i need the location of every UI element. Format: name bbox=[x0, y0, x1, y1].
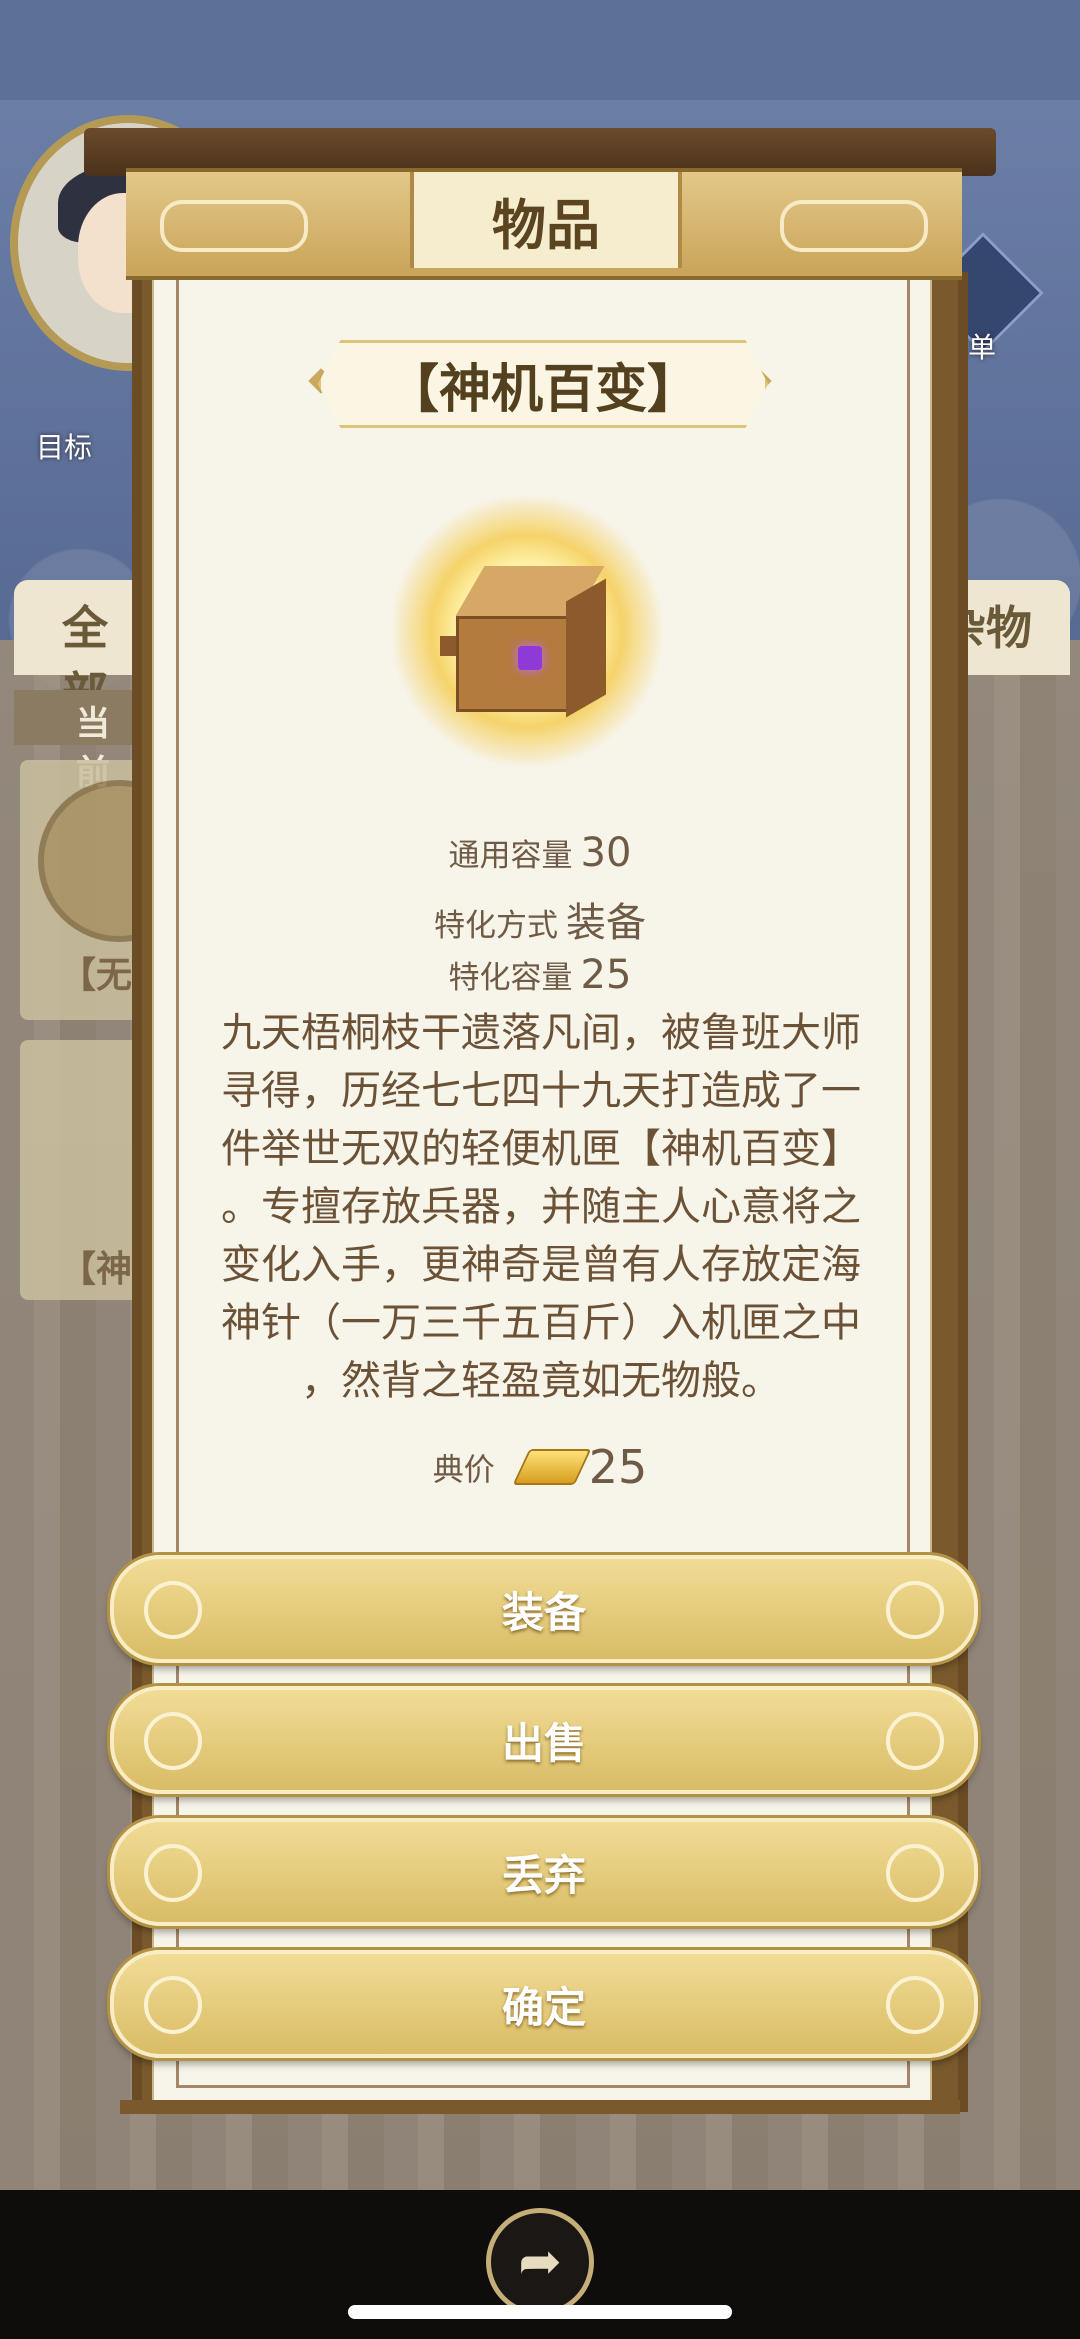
goal-label[interactable]: 目标 bbox=[36, 426, 92, 466]
stat-special-mode: 特化方式 装备 bbox=[180, 890, 900, 948]
confirm-button-label: 确定 bbox=[501, 1982, 586, 2032]
tab-all[interactable]: 全部 bbox=[14, 580, 134, 721]
stat-value: 30 bbox=[580, 830, 632, 876]
confirm-button[interactable]: 确定 bbox=[110, 1950, 978, 2058]
gold-ingot-icon bbox=[512, 1449, 592, 1485]
stat-value: 装备 bbox=[566, 900, 646, 946]
sell-button[interactable]: 出售 bbox=[110, 1686, 978, 1794]
cloud-ornament-icon bbox=[886, 1581, 944, 1639]
share-button[interactable]: ➦ bbox=[486, 2208, 594, 2316]
cloud-ornament-icon bbox=[144, 1712, 202, 1770]
description-line: 件举世无双的轻便机匣【神机百变】 bbox=[221, 1126, 861, 1172]
discard-button[interactable]: 丢弃 bbox=[110, 1818, 978, 1926]
item-description: 九天梧桐枝干遗落凡间，被鲁班大师 寻得，历经七七四十九天打造成了一 件举世无双的… bbox=[188, 1004, 894, 1410]
description-line: 神针（一万三千五百斤）入机匣之中 bbox=[221, 1300, 861, 1346]
item-cube-front bbox=[456, 616, 572, 712]
item-cube-gem bbox=[518, 646, 542, 670]
description-line: 变化入手，更神奇是曾有人存放定海 bbox=[221, 1242, 861, 1288]
cloud-ornament-icon bbox=[886, 1844, 944, 1902]
item-name: 【神机百变】 bbox=[386, 359, 699, 420]
description-line: ，然背之轻盈竟如无物般。 bbox=[301, 1358, 781, 1404]
equip-button-label: 装备 bbox=[501, 1587, 586, 1637]
price-value: 25 bbox=[588, 1440, 648, 1494]
status-bar-area bbox=[0, 0, 1080, 100]
cloud-ornament-icon bbox=[144, 1844, 202, 1902]
stat-label: 特化容量 bbox=[448, 960, 573, 996]
price-row: 典价 25 bbox=[180, 1440, 900, 1494]
cloud-ornament-icon bbox=[144, 1581, 202, 1639]
cloud-ornament-icon bbox=[144, 1976, 202, 2034]
page-title: 物品 bbox=[410, 172, 682, 268]
inventory-slot[interactable]: 【神 bbox=[20, 1040, 140, 1300]
ornament-knot-icon bbox=[780, 200, 928, 252]
cloud-ornament-icon bbox=[886, 1712, 944, 1770]
item-cube-side bbox=[566, 578, 606, 718]
description-line: 。专擅存放兵器，并随主人心意将之 bbox=[221, 1184, 861, 1230]
stat-general-capacity: 通用容量 30 bbox=[180, 830, 900, 876]
sell-button-label: 出售 bbox=[501, 1718, 586, 1768]
stat-label: 通用容量 bbox=[448, 838, 573, 874]
item-name-banner: 【神机百变】 bbox=[318, 340, 768, 428]
discard-button-label: 丢弃 bbox=[501, 1850, 586, 1900]
share-icon: ➦ bbox=[518, 2232, 562, 2292]
cloud-ornament-icon bbox=[886, 1976, 944, 2034]
price-label: 典价 bbox=[432, 1452, 495, 1489]
stat-value: 25 bbox=[580, 952, 632, 998]
equip-button[interactable]: 装备 bbox=[110, 1555, 978, 1663]
description-line: 九天梧桐枝干遗落凡间，被鲁班大师 bbox=[221, 1010, 861, 1056]
scroll-rod-bottom bbox=[120, 2100, 960, 2114]
inventory-slot[interactable]: 【无 bbox=[20, 760, 200, 1020]
ornament-knot-icon bbox=[160, 200, 308, 252]
current-label: 当前 bbox=[14, 690, 134, 793]
stat-label: 特化方式 bbox=[434, 908, 558, 944]
slot-label: 【神 bbox=[60, 1249, 133, 1290]
home-indicator[interactable] bbox=[348, 2305, 732, 2319]
stat-special-capacity: 特化容量 25 bbox=[180, 952, 900, 998]
slot-label: 【无 bbox=[60, 955, 133, 996]
description-line: 寻得，历经七七四十九天打造成了一 bbox=[221, 1068, 861, 1114]
